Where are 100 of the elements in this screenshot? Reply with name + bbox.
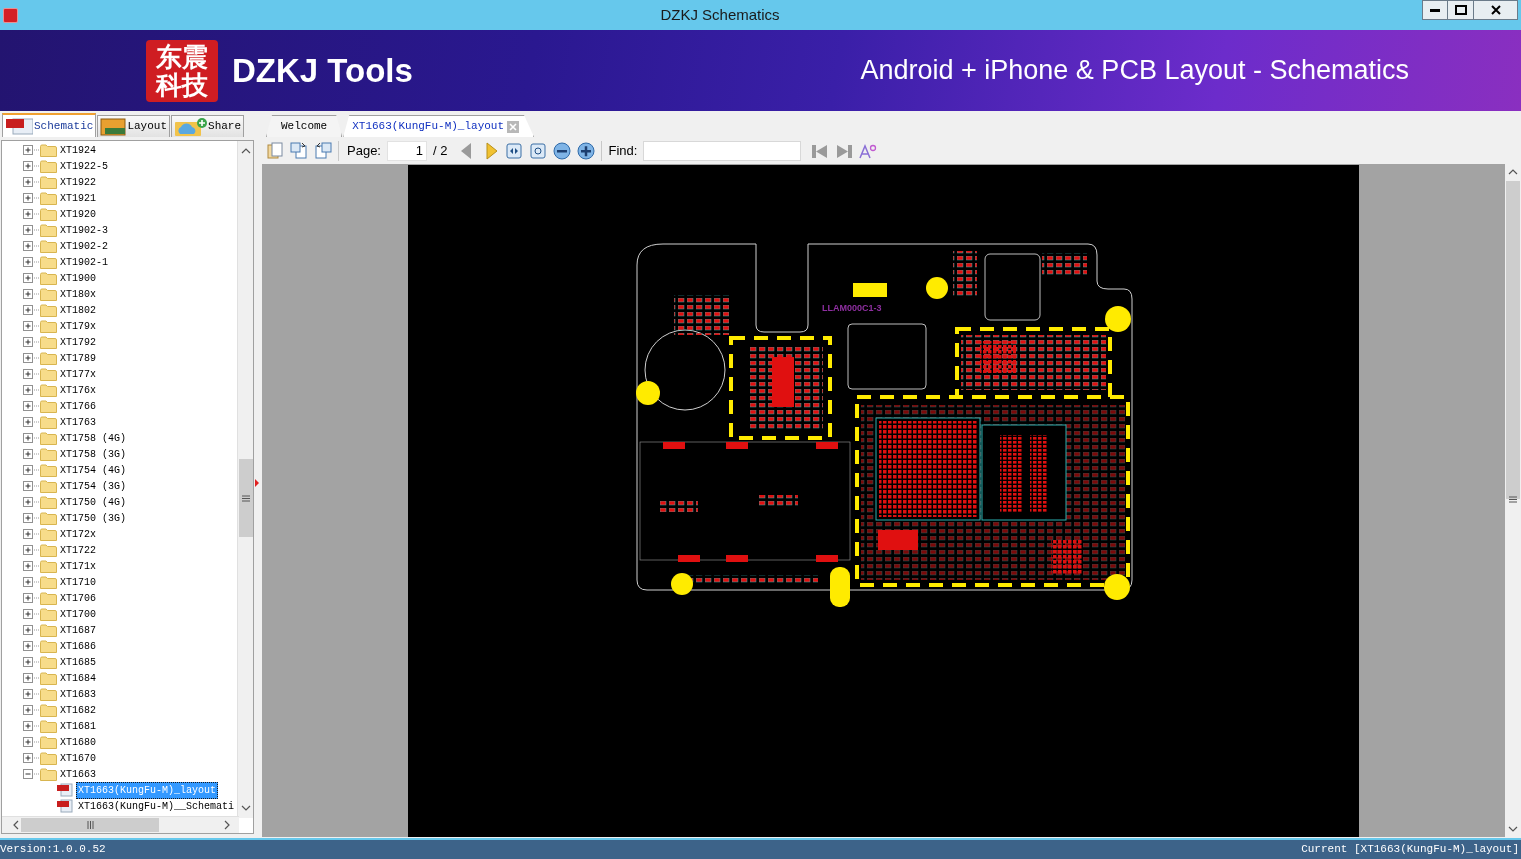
fit-page-icon[interactable] — [529, 141, 548, 160]
expand-icon[interactable] — [23, 608, 40, 620]
expand-icon[interactable] — [23, 160, 40, 172]
scrollbar-thumb[interactable] — [239, 459, 253, 537]
tree-item[interactable]: XT1758 (3G) — [60, 446, 126, 462]
expand-icon[interactable] — [23, 688, 40, 700]
rotate-page-icon[interactable] — [314, 141, 332, 160]
tree-item[interactable]: XT1700 — [60, 606, 96, 622]
expand-icon[interactable] — [23, 224, 40, 236]
expand-icon[interactable] — [23, 288, 40, 300]
tree-item[interactable]: XT1682 — [60, 702, 96, 718]
expand-icon[interactable] — [23, 640, 40, 652]
expand-icon[interactable] — [23, 208, 40, 220]
tree-item[interactable]: XT1670 — [60, 750, 96, 766]
expand-icon[interactable] — [23, 672, 40, 684]
expand-icon[interactable] — [23, 448, 40, 460]
expand-icon[interactable] — [23, 656, 40, 668]
expand-icon[interactable] — [23, 368, 40, 380]
scrollbar-thumb[interactable] — [21, 818, 159, 832]
tree-item[interactable]: XT176x — [60, 382, 96, 398]
tree-item[interactable]: XT1681 — [60, 718, 96, 734]
expand-icon[interactable] — [23, 512, 40, 524]
tree-item[interactable]: XT1706 — [60, 590, 96, 606]
expand-icon[interactable] — [23, 560, 40, 572]
sidebar-tab[interactable]: Share — [171, 115, 245, 137]
tree-item[interactable]: XT1722 — [60, 542, 96, 558]
tree-item[interactable]: XT1685 — [60, 654, 96, 670]
expand-icon[interactable] — [23, 320, 40, 332]
tree-item[interactable]: XT1663 — [60, 766, 96, 782]
expand-icon[interactable] — [23, 480, 40, 492]
minimize-button[interactable] — [1422, 0, 1448, 20]
splitter-arrow-icon[interactable] — [255, 478, 259, 487]
find-field[interactable] — [643, 140, 802, 161]
expand-icon[interactable] — [23, 384, 40, 396]
tree-item[interactable]: XT1684 — [60, 670, 96, 686]
expand-icon[interactable] — [23, 544, 40, 556]
zoom-out-icon[interactable] — [553, 141, 572, 160]
tree-item[interactable]: XT1789 — [60, 350, 96, 366]
expand-icon[interactable] — [23, 144, 40, 156]
tree-item[interactable]: XT1902-2 — [60, 238, 108, 254]
tree-item[interactable]: XT1758 (4G) — [60, 430, 126, 446]
tree-item[interactable]: XT1754 (4G) — [60, 462, 126, 478]
maximize-button[interactable] — [1448, 0, 1474, 20]
expand-icon[interactable] — [23, 528, 40, 540]
next-page-icon[interactable] — [485, 141, 500, 160]
expand-icon[interactable] — [23, 704, 40, 716]
tree-item[interactable]: XT1680 — [60, 734, 96, 750]
vertical-scrollbar[interactable] — [1505, 164, 1521, 837]
vertical-scrollbar[interactable] — [237, 141, 253, 818]
expand-icon[interactable] — [23, 576, 40, 588]
expand-icon[interactable] — [23, 240, 40, 252]
expand-icon[interactable] — [23, 720, 40, 732]
rotate-page-icon[interactable] — [290, 141, 308, 160]
copy-icon[interactable] — [266, 141, 284, 160]
tree-item[interactable]: XT1922-5 — [60, 158, 108, 174]
tree-item[interactable]: XT1687 — [60, 622, 96, 638]
tree-item[interactable]: XT1921 — [60, 190, 96, 206]
previous-page-icon[interactable] — [459, 141, 474, 160]
tree-item[interactable]: XT179x — [60, 318, 96, 334]
tree-item[interactable]: XT1902-1 — [60, 254, 108, 270]
tree-item[interactable]: XT1920 — [60, 206, 96, 222]
expand-icon[interactable] — [23, 752, 40, 764]
sidebar-tab[interactable]: Layout — [97, 115, 171, 137]
tree-item[interactable]: XT1754 (3G) — [60, 478, 126, 494]
tree-item[interactable]: XT1750 (3G) — [60, 510, 126, 526]
tree-item[interactable]: XT1763 — [60, 414, 96, 430]
tree-item[interactable]: XT1802 — [60, 302, 96, 318]
tree-item[interactable]: XT1924 — [60, 142, 96, 158]
tree-item[interactable]: XT1710 — [60, 574, 96, 590]
tree-item[interactable]: XT180x — [60, 286, 96, 302]
expand-icon[interactable] — [23, 272, 40, 284]
close-button[interactable] — [1474, 0, 1518, 20]
expand-icon[interactable] — [23, 192, 40, 204]
expand-icon[interactable] — [23, 416, 40, 428]
document-tab[interactable]: XT1663(KungFu-M)_layout — [343, 115, 535, 137]
sidebar-tab[interactable]: Schematic — [2, 113, 97, 137]
expand-icon[interactable] — [23, 304, 40, 316]
expand-icon[interactable] — [23, 736, 40, 748]
expand-icon[interactable] — [23, 176, 40, 188]
close-tab-icon[interactable] — [507, 120, 520, 133]
tree-item[interactable]: XT1900 — [60, 270, 96, 286]
fit-width-icon[interactable] — [505, 141, 524, 160]
page-number-field[interactable]: 1 — [387, 140, 427, 161]
tree-item[interactable]: XT1766 — [60, 398, 96, 414]
expand-icon[interactable] — [23, 400, 40, 412]
expand-icon[interactable] — [23, 256, 40, 268]
expand-icon[interactable] — [23, 496, 40, 508]
tree-item[interactable]: XT1663(KungFu-M)__Schemati — [76, 797, 237, 815]
tree-item[interactable]: XT1683 — [60, 686, 96, 702]
tree-item[interactable]: XT1902-3 — [60, 222, 108, 238]
tree-item[interactable]: XT171x — [60, 558, 96, 574]
document-tab[interactable]: Welcome — [266, 115, 343, 137]
tree-item[interactable]: XT172x — [60, 526, 96, 542]
expand-icon[interactable] — [23, 336, 40, 348]
zoom-in-icon[interactable] — [577, 141, 596, 160]
expand-icon[interactable] — [23, 592, 40, 604]
horizontal-scrollbar[interactable] — [2, 816, 239, 833]
tree-item[interactable]: XT1750 (4G) — [60, 494, 126, 510]
expand-icon[interactable] — [23, 432, 40, 444]
expand-icon[interactable] — [23, 464, 40, 476]
